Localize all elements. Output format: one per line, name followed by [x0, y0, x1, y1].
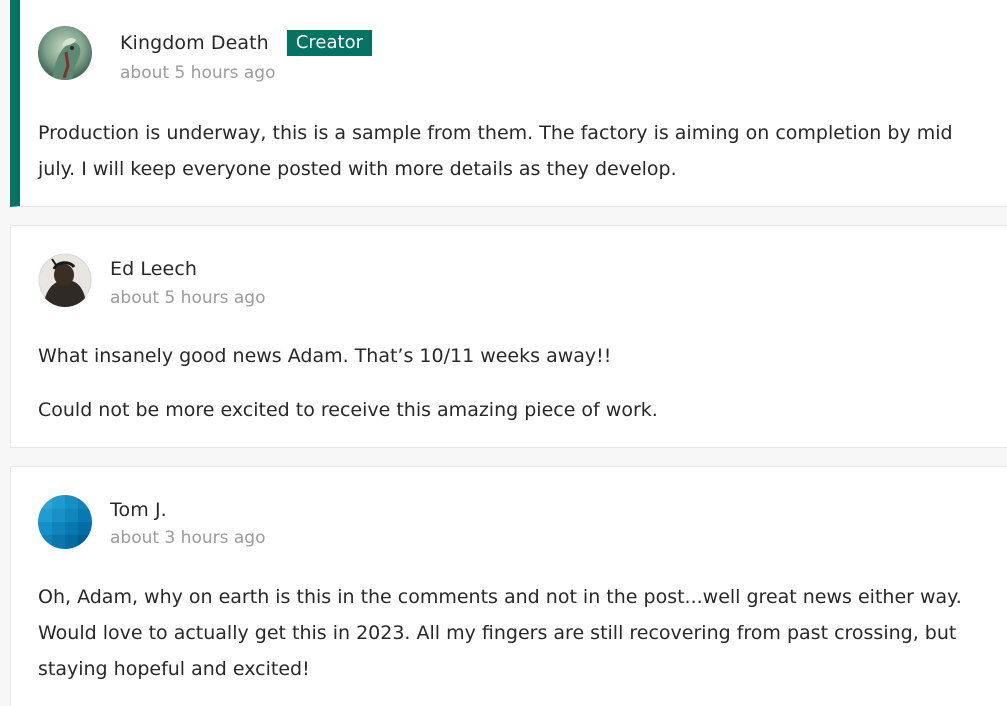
comment-timestamp[interactable]: about 5 hours ago — [120, 63, 275, 83]
comment: Ed Leech about 5 hours ago What insanely… — [10, 225, 1007, 448]
ed-leech-avatar[interactable] — [38, 253, 92, 307]
creator-badge: Creator — [286, 30, 372, 56]
comment-body: Production is underway, this is a sample… — [38, 115, 978, 187]
comment-timestamp[interactable]: about 5 hours ago — [110, 288, 265, 308]
avatar-image — [38, 26, 92, 80]
author-row: Ed Leech — [110, 256, 197, 282]
avatar-image — [38, 253, 92, 307]
comment-paragraph: Could not be more excited to receive thi… — [38, 399, 658, 421]
author-name[interactable]: Kingdom Death — [120, 32, 269, 54]
comment-paragraph: What insanely good news Adam. That’s 10/… — [38, 345, 612, 367]
comment-timestamp[interactable]: about 3 hours ago — [110, 528, 265, 548]
author-row: Kingdom Death Creator — [120, 30, 372, 56]
avatar-image — [38, 495, 92, 549]
tom-j-avatar[interactable] — [38, 495, 92, 549]
kingdom-death-avatar[interactable] — [38, 26, 92, 80]
comment-body: What insanely good news Adam. That’s 10/… — [38, 338, 978, 428]
comment-paragraph: Oh, Adam, why on earth is this in the co… — [38, 586, 962, 680]
comment-paragraph: Production is underway, this is a sample… — [38, 122, 953, 180]
comment-body: Oh, Adam, why on earth is this in the co… — [38, 579, 988, 687]
author-name[interactable]: Ed Leech — [110, 258, 197, 280]
author-row: Tom J. — [110, 497, 167, 523]
creator-comment: Kingdom Death Creator about 5 hours ago … — [10, 0, 1007, 207]
comment: Tom J. about 3 hours ago Oh, Adam, why o… — [10, 466, 1007, 706]
author-name[interactable]: Tom J. — [110, 499, 167, 521]
